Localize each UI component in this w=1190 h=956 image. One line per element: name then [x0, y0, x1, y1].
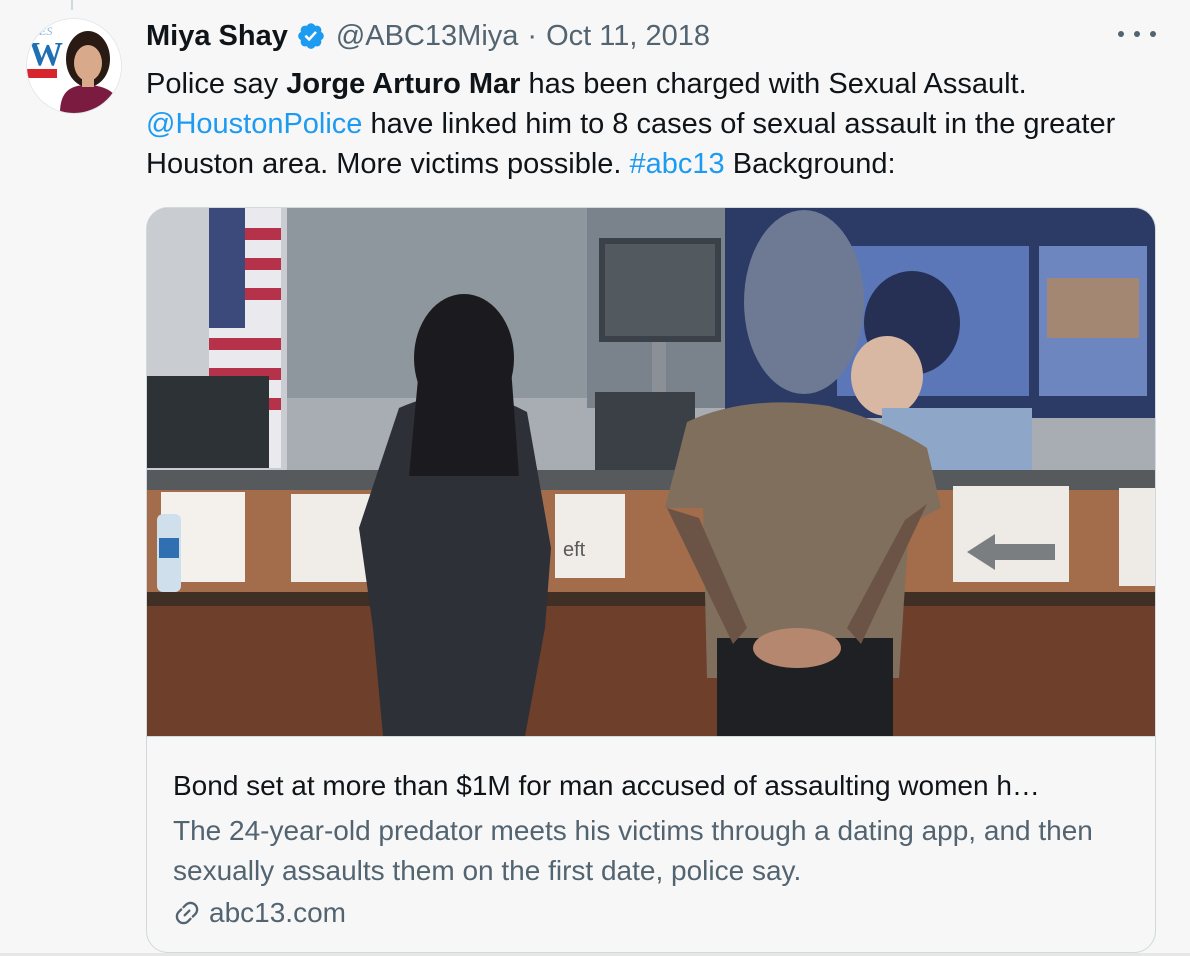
hashtag-link[interactable]: #abc13: [630, 148, 725, 180]
more-options-icon[interactable]: [1118, 24, 1156, 44]
avatar-logo-letter: W: [29, 36, 63, 73]
avatar[interactable]: NES W: [26, 18, 122, 114]
card-domain-text: abc13.com: [209, 897, 346, 928]
card-title[interactable]: Bond set at more than $1M for man accuse…: [173, 769, 1133, 803]
avatar-image: NES W: [27, 19, 121, 113]
tweet-text-segment: Background:: [724, 148, 896, 180]
author-handle[interactable]: @ABC13Miya: [336, 20, 519, 53]
tweet-header: Miya Shay @ABC13Miya · Oct 11, 2018: [146, 14, 710, 58]
card-description: The 24-year-old predator meets his victi…: [173, 815, 1093, 886]
author-name[interactable]: Miya Shay: [146, 20, 288, 53]
courtroom-photo: eft: [147, 208, 1155, 736]
tweet-text-segment: has been charged with Sexual Assault.: [520, 68, 1027, 100]
link-icon: [175, 901, 199, 925]
header-separator: ·: [527, 19, 538, 52]
card-image[interactable]: eft: [147, 208, 1155, 736]
sign-text: eft: [563, 539, 586, 561]
tweet-text-bold-name: Jorge Arturo Mar: [286, 68, 521, 100]
tweet-text: Police say Jorge Arturo Mar has been cha…: [146, 64, 1126, 184]
tweet-text-segment: Police say: [146, 68, 287, 100]
mention-link[interactable]: @HoustonPolice: [146, 108, 362, 140]
card-body[interactable]: Bond set at more than $1M for man accuse…: [147, 736, 1155, 952]
link-card[interactable]: eft Bond set at more than $1M for man ac…: [146, 207, 1156, 953]
verified-badge-icon: [298, 23, 324, 49]
tweet-date[interactable]: Oct 11, 2018: [546, 20, 710, 53]
thread-line: [71, 0, 73, 10]
card-domain[interactable]: abc13.com: [173, 897, 346, 929]
